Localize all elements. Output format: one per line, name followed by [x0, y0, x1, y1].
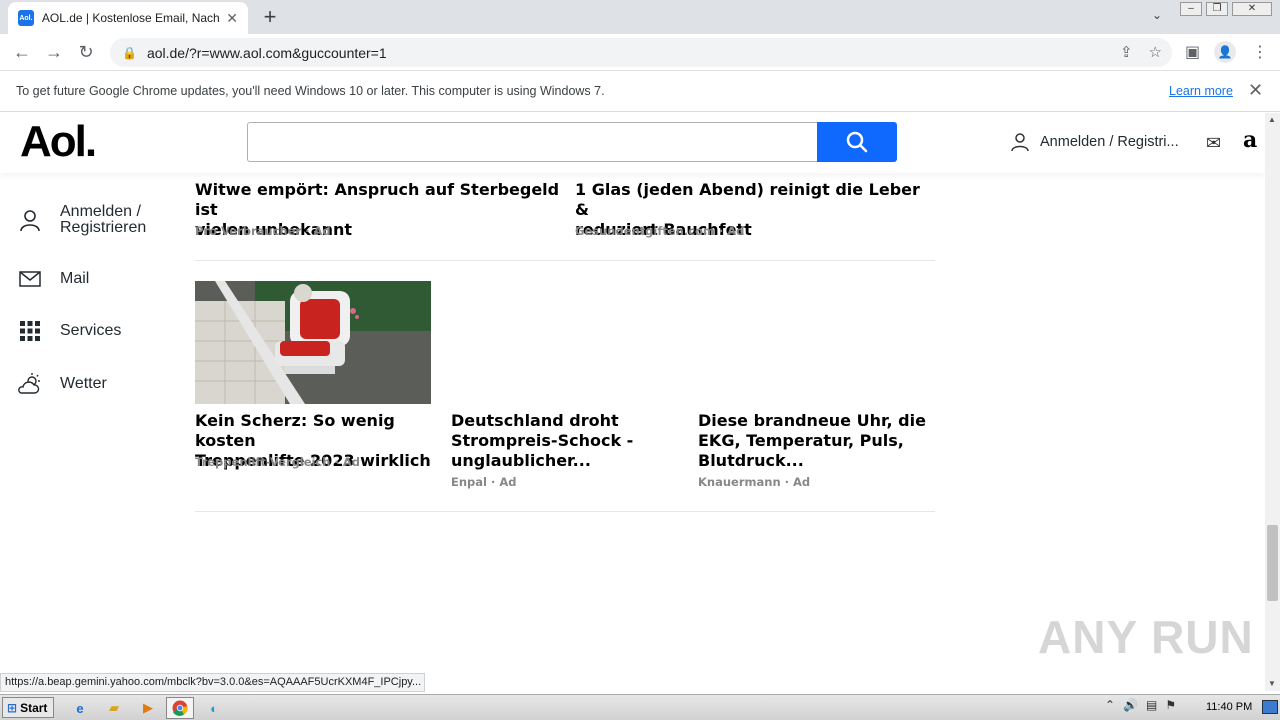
window-controls: – ❐ ✕ — [1180, 2, 1272, 16]
sidebar-item-mail[interactable]: Mail — [18, 267, 89, 291]
share-icon[interactable]: ⇪ — [1120, 43, 1133, 61]
ad-source[interactable]: Knauermann · Ad — [698, 475, 810, 489]
tab-search-chevron-icon[interactable]: ⌄ — [1152, 8, 1162, 22]
ad-title-line: Strompreis-Schock - — [451, 431, 634, 450]
sidebar-item-signin[interactable]: Anmelden / Registrieren — [18, 204, 146, 236]
header-signin-label: Anmelden / Registri... — [1040, 134, 1179, 150]
side-panel-icon[interactable]: ▣ — [1185, 42, 1200, 62]
divider — [195, 260, 935, 261]
mail-icon — [18, 267, 42, 291]
tray-expand-icon[interactable]: ⌃ — [1105, 698, 1115, 712]
start-button[interactable]: ⊞ Start — [2, 697, 54, 718]
search-button[interactable] — [817, 122, 897, 162]
scroll-down-arrow-icon[interactable]: ▼ — [1268, 679, 1276, 688]
sidebar-services-label: Services — [60, 322, 122, 339]
ad-title-line: Kein Scherz: So wenig kosten — [195, 411, 395, 450]
browser-toolbar: ← → ↻ 🔒 aol.de/?r=www.aol.com&guccounter… — [0, 34, 1280, 71]
edge-icon[interactable]: ◐ — [200, 697, 228, 719]
search-input[interactable] — [247, 122, 818, 162]
taskbar-clock[interactable]: 11:40 PM — [1206, 701, 1252, 713]
menu-kebab-icon[interactable]: ⋮ — [1252, 42, 1268, 62]
tab-close-icon[interactable]: ✕ — [226, 10, 238, 27]
ie-icon[interactable]: e — [66, 697, 94, 719]
weather-icon — [18, 372, 42, 396]
forward-arrow-icon[interactable]: → — [42, 41, 66, 65]
scroll-thumb[interactable] — [1267, 525, 1278, 601]
bookmark-star-icon[interactable]: ☆ — [1149, 43, 1162, 61]
back-arrow-icon[interactable]: ← — [10, 41, 34, 65]
ad-source[interactable]: Pro Verbraucher · Ad — [195, 224, 331, 238]
reload-icon[interactable]: ↻ — [74, 41, 98, 65]
stairlift-ad-image[interactable] — [195, 281, 431, 404]
window-close-button[interactable]: ✕ — [1232, 2, 1272, 16]
learn-more-link[interactable]: Learn more — [1169, 84, 1233, 98]
address-bar[interactable]: 🔒 aol.de/?r=www.aol.com&guccounter=1 ⇪ ☆ — [110, 38, 1172, 67]
update-infobar: To get future Google Chrome updates, you… — [0, 72, 1280, 112]
sidebar-signin-line1: Anmelden / — [60, 203, 141, 220]
page-viewport: Aol. Anmelden / Registri... ✉ a Anmelden… — [0, 113, 1265, 691]
profile-icon: 👤 — [1214, 41, 1236, 63]
ad-source[interactable]: Treppenlift-Vergleich · Ad — [195, 455, 360, 469]
header-mail-icon[interactable]: ✉ — [1206, 133, 1221, 154]
ad-title-line: Deutschland droht — [451, 411, 619, 430]
user-icon — [1011, 133, 1029, 152]
minimize-button[interactable]: – — [1180, 2, 1202, 16]
header-signin-link[interactable]: Anmelden / Registri... — [1010, 132, 1179, 152]
page-scrollbar[interactable]: ▲ ▼ — [1265, 113, 1280, 691]
divider — [195, 511, 935, 512]
sidebar-weather-label: Wetter — [60, 375, 107, 392]
aol-favicon-icon: Aol. — [18, 10, 34, 26]
explorer-folder-icon[interactable]: ▰ — [100, 697, 128, 719]
windows-logo-icon: ⊞ — [7, 700, 18, 715]
sidebar-signin-line2: Registrieren — [60, 219, 147, 236]
ad-title-line: unglaublicher... — [451, 451, 591, 470]
ad-card-title[interactable]: Diese brandneue Uhr, die EKG, Temperatur… — [698, 411, 935, 471]
sidebar-item-services[interactable]: Services — [18, 319, 121, 343]
ad-source[interactable]: Gesundentgiften.com · Ad — [575, 224, 744, 238]
url-text[interactable]: aol.de/?r=www.aol.com&guccounter=1 — [147, 45, 387, 61]
tab-title: AOL.de | Kostenlose Email, Nachrichten — [41, 11, 220, 25]
new-tab-button[interactable]: + — [258, 4, 282, 30]
volume-icon[interactable]: 🔊 — [1123, 698, 1138, 712]
show-desktop-icon[interactable] — [1262, 700, 1278, 714]
ad-title-line: Witwe empört: Anspruch auf Sterbegeld is… — [195, 180, 560, 219]
sidebar-mail-label: Mail — [60, 270, 90, 287]
media-player-icon[interactable]: ▶ — [134, 697, 162, 719]
aol-header: Aol. Anmelden / Registri... ✉ a — [0, 113, 1265, 173]
status-bar-url: https://a.beap.gemini.yahoo.com/mbclk?bv… — [0, 673, 425, 692]
ad-title-line: 1 Glas (jeden Abend) reinigt die Leber & — [575, 180, 920, 219]
tab-strip: Aol. AOL.de | Kostenlose Email, Nachrich… — [0, 0, 1280, 34]
restore-button[interactable]: ❐ — [1206, 2, 1228, 16]
aol-logo[interactable]: Aol. — [20, 117, 97, 167]
scroll-up-arrow-icon[interactable]: ▲ — [1268, 115, 1276, 124]
lock-icon[interactable]: 🔒 — [122, 46, 137, 60]
sidebar-item-weather[interactable]: Wetter — [18, 372, 107, 396]
ad-title-line: Blutdruck... — [698, 451, 804, 470]
start-label: Start — [20, 700, 48, 715]
amazon-icon[interactable]: a — [1243, 127, 1257, 153]
ad-title-line: EKG, Temperatur, Puls, — [698, 431, 904, 450]
windows-taskbar: ⊞ Start e ▰ ▶ ◐ ⌃ 🔊 ▤ ⚑ 11:40 PM — [0, 694, 1280, 720]
infobar-message: To get future Google Chrome updates, you… — [16, 84, 605, 98]
anyrun-watermark: ANY RUN — [1038, 611, 1254, 663]
infobar-close-icon[interactable]: ✕ — [1248, 80, 1263, 101]
ad-source[interactable]: Enpal · Ad — [451, 475, 517, 489]
ad-title-line: Diese brandneue Uhr, die — [698, 411, 926, 430]
ad-card-title[interactable]: Deutschland droht Strompreis-Schock - un… — [451, 411, 681, 471]
chrome-taskbar-icon[interactable] — [166, 697, 194, 719]
action-center-flag-icon[interactable]: ⚑ — [1165, 698, 1176, 712]
browser-tab[interactable]: Aol. AOL.de | Kostenlose Email, Nachrich… — [8, 2, 248, 34]
network-icon[interactable]: ▤ — [1146, 698, 1157, 712]
search-icon — [846, 131, 868, 153]
system-tray: ⌃ 🔊 ▤ ⚑ — [1105, 698, 1176, 712]
grid-icon — [18, 319, 42, 343]
profile-avatar[interactable]: 👤 — [1214, 41, 1236, 63]
user-icon — [18, 208, 42, 232]
